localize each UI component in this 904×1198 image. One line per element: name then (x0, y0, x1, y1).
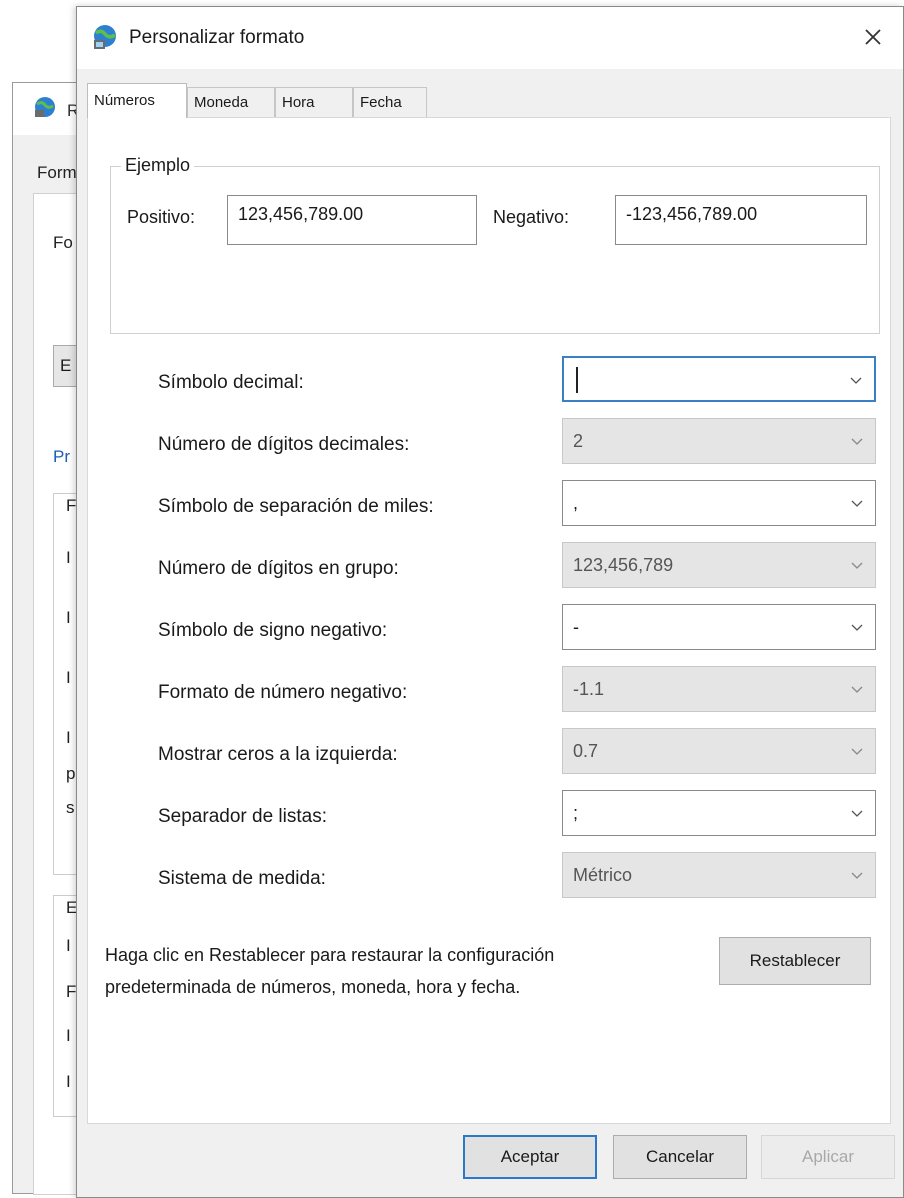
example-group: Ejemplo Positivo: 123,456,789.00 Negativ… (110, 155, 880, 334)
chevron-down-icon (851, 562, 863, 569)
background-tab[interactable]: Form (37, 163, 77, 183)
background-group-mark: F (66, 982, 77, 1001)
list-separator-label: Separador de listas: (158, 806, 327, 827)
globe-icon (94, 25, 116, 49)
negative-sign-combo[interactable]: - (562, 604, 876, 650)
background-group-mark: F (66, 496, 77, 515)
decimal-digits-value: 2 (573, 431, 584, 451)
leading-zeros-combo[interactable]: 0.7 (562, 728, 876, 774)
leading-zeros-label: Mostrar ceros a la izquierda: (158, 744, 398, 765)
chevron-down-icon (851, 624, 863, 631)
list-separator-combo[interactable]: ; (562, 790, 876, 836)
chevron-down-icon (850, 377, 862, 384)
thousands-separator-label: Símbolo de separación de miles: (158, 496, 434, 517)
chevron-down-icon (851, 438, 863, 445)
decimal-digits-label: Número de dígitos decimales: (158, 434, 410, 455)
reset-instructions-line: predeterminada de números, moneda, hora … (105, 977, 521, 997)
chevron-down-icon (851, 748, 863, 755)
ok-button[interactable]: Aceptar (463, 1135, 597, 1179)
measurement-system-value: Métrico (573, 865, 633, 885)
negative-number-format-label: Formato de número negativo: (158, 682, 408, 703)
cancel-button[interactable]: Cancelar (613, 1135, 747, 1179)
reset-instructions: Haga clic en Restablecer para restaurar … (105, 939, 705, 1003)
tab-date[interactable]: Fecha (353, 87, 427, 117)
negative-sign-value: - (573, 617, 579, 637)
positive-label: Positivo: (127, 207, 196, 227)
digit-grouping-label: Número de dígitos en grupo: (158, 558, 399, 579)
customize-format-dialog: Personalizar formato Números Moneda Hora… (76, 6, 904, 1198)
apply-button[interactable]: Aplicar (761, 1135, 895, 1179)
digit-grouping-value: 123,456,789 (573, 555, 674, 575)
background-group-mark: I (66, 728, 71, 747)
decimal-symbol-combo[interactable] (562, 356, 876, 402)
negative-sign-label: Símbolo de signo negativo: (158, 620, 388, 641)
close-icon (865, 29, 881, 45)
leading-zeros-value: 0.7 (573, 741, 599, 761)
dialog-title: Personalizar formato (129, 27, 305, 48)
dialog-titlebar[interactable]: Personalizar formato (77, 7, 903, 69)
background-group-mark: p (66, 764, 76, 783)
background-link[interactable]: Pr (53, 447, 70, 467)
negative-number-format-combo[interactable]: -1.1 (562, 666, 876, 712)
tab-currency[interactable]: Moneda (187, 87, 275, 117)
background-group-mark: I (66, 548, 71, 567)
chevron-down-icon (851, 500, 863, 507)
digit-grouping-combo[interactable]: 123,456,789 (562, 542, 876, 588)
reset-instructions-line: Haga clic en Restablecer para restaurar … (105, 945, 555, 965)
background-group-mark: s (66, 798, 75, 817)
chevron-down-icon (851, 810, 863, 817)
background-group-mark: I (66, 1026, 71, 1045)
background-label: Fo (53, 233, 73, 252)
background-combo-value: E (60, 356, 72, 375)
thousands-separator-combo[interactable]: , (562, 480, 876, 526)
chevron-down-icon (851, 686, 863, 693)
example-legend: Ejemplo (121, 155, 195, 176)
measurement-system-label: Sistema de medida: (158, 868, 326, 889)
background-group-mark: I (66, 668, 71, 687)
decimal-digits-combo[interactable]: 2 (562, 418, 876, 464)
negative-number-format-value: -1.1 (573, 679, 605, 699)
close-button[interactable] (853, 17, 893, 57)
negative-example-field: -123,456,789.00 (615, 195, 867, 245)
negative-label: Negativo: (493, 207, 570, 227)
background-group-mark: I (66, 936, 71, 955)
list-separator-value: ; (573, 803, 579, 823)
text-caret (576, 367, 578, 393)
thousands-separator-value: , (573, 493, 579, 513)
chevron-down-icon (851, 872, 863, 879)
measurement-system-combo[interactable]: Métrico (562, 852, 876, 898)
tab-numbers[interactable]: Números (87, 83, 187, 118)
globe-icon (35, 97, 55, 117)
background-group-mark: I (66, 1072, 71, 1091)
reset-button[interactable]: Restablecer (719, 937, 871, 985)
background-group-mark: I (66, 608, 71, 627)
tab-time[interactable]: Hora (275, 87, 353, 117)
positive-example-field: 123,456,789.00 (227, 195, 477, 245)
decimal-symbol-label: Símbolo decimal: (158, 372, 304, 393)
